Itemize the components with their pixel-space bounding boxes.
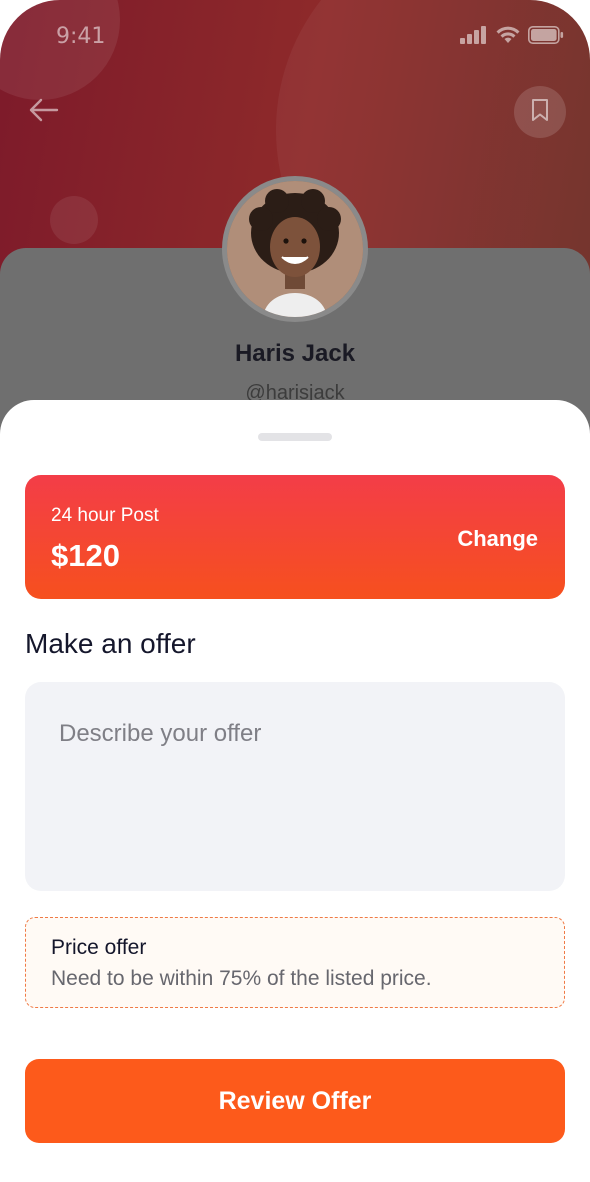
- status-icons: [460, 26, 564, 49]
- decorative-circle: [50, 196, 98, 244]
- profile-photo: [227, 181, 363, 317]
- bookmark-button[interactable]: [514, 86, 566, 138]
- notice-text: Need to be within 75% of the listed pric…: [51, 967, 432, 990]
- change-plan-button[interactable]: Change: [457, 526, 538, 552]
- bookmark-icon: [530, 98, 550, 127]
- plan-price: $120: [51, 538, 120, 573]
- back-button[interactable]: [26, 94, 62, 130]
- sheet-drag-handle[interactable]: [258, 433, 332, 441]
- wifi-icon: [496, 26, 520, 49]
- offer-bottom-sheet: 24 hour Post $120 Change Make an offer P…: [0, 400, 590, 1182]
- plan-label: 24 hour Post: [51, 505, 159, 526]
- profile-name: Haris Jack: [234, 340, 356, 367]
- signal-icon: [460, 26, 488, 49]
- status-time: 9:41: [56, 24, 106, 49]
- selected-plan-card: 24 hour Post $120 Change: [25, 475, 565, 599]
- status-bar: 9:41: [0, 0, 590, 72]
- section-title: Make an offer: [25, 628, 196, 659]
- battery-icon: [528, 26, 564, 49]
- avatar: [222, 176, 368, 322]
- arrow-left-icon: [29, 98, 59, 127]
- notice-title: Price offer: [51, 936, 147, 959]
- offer-description-input[interactable]: [25, 682, 565, 891]
- phone-screen: 9:41 Haris Jack @harisjack 24 hour Post …: [0, 0, 590, 1182]
- price-offer-notice: Price offer Need to be within 75% of the…: [25, 917, 565, 1008]
- review-offer-button[interactable]: Review Offer: [25, 1059, 565, 1143]
